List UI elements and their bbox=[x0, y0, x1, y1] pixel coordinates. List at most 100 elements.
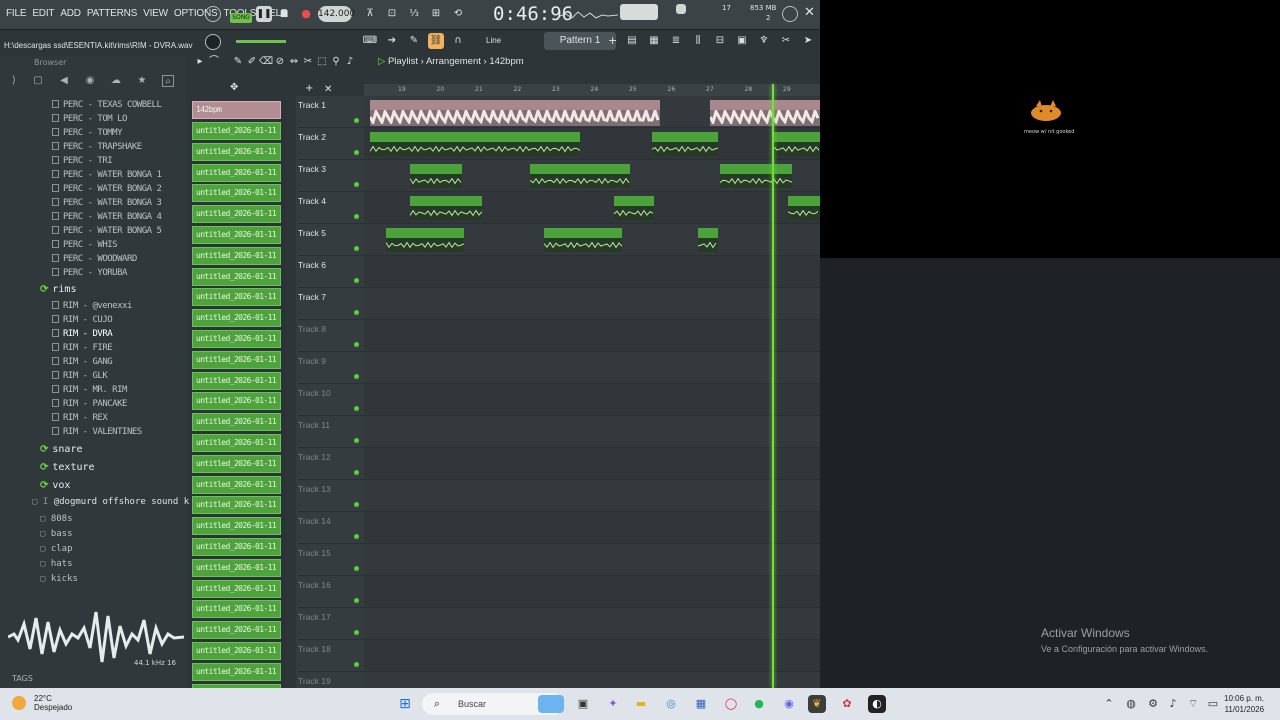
menu-patterns[interactable]: PATTERNS bbox=[87, 8, 137, 19]
track-mute-led[interactable] bbox=[354, 502, 359, 507]
picker-audio-clip[interactable]: untitled_2026-01-11 21-... bbox=[192, 434, 281, 452]
file-explorer-icon[interactable]: ▬ bbox=[632, 695, 650, 713]
task-view-icon[interactable]: ▣ bbox=[574, 695, 592, 713]
audio-clip[interactable]: untitl_1_2024 bbox=[652, 132, 718, 156]
track-mute-led[interactable] bbox=[354, 438, 359, 443]
loop-record-icon[interactable]: ⟲ bbox=[450, 6, 466, 22]
windows-start-icon[interactable]: ⊞ bbox=[396, 695, 414, 713]
app-icon[interactable]: ✿ bbox=[838, 695, 856, 713]
playlist-icon[interactable]: ▤ bbox=[624, 33, 640, 49]
collapse-icon[interactable]: ⟩ bbox=[8, 75, 20, 87]
folder-rims[interactable]: ⟳ rims bbox=[40, 282, 76, 298]
folder-item[interactable]: ⟳ texture bbox=[40, 460, 95, 476]
track-mute-led[interactable] bbox=[354, 406, 359, 411]
browser-file[interactable]: RIM - MR. RIM bbox=[52, 383, 127, 397]
track-header[interactable]: Track 1 bbox=[298, 96, 364, 128]
track-lane[interactable] bbox=[364, 544, 820, 576]
copilot-icon[interactable]: ✦ bbox=[604, 695, 622, 713]
spotify-icon[interactable]: ● bbox=[750, 695, 768, 713]
picker-audio-clip[interactable]: untitled_2026-01-11 21-... bbox=[192, 621, 281, 640]
track-lane[interactable] bbox=[364, 672, 820, 688]
audio-clip[interactable]: untitled_...-30_2024 bbox=[410, 196, 482, 220]
track-mute-led[interactable] bbox=[354, 214, 359, 219]
menu-add[interactable]: ADD bbox=[60, 8, 81, 19]
menu-file[interactable]: FILE bbox=[6, 8, 27, 19]
track-header[interactable]: Track 18 bbox=[298, 640, 364, 672]
audio-clip[interactable]: untitled_2_1-30_2024 bbox=[544, 228, 622, 252]
brush-icon[interactable]: ✎ bbox=[406, 33, 422, 49]
network-icon[interactable]: ⌔ bbox=[1184, 695, 1202, 713]
picker-audio-clip[interactable]: untitled_2026-01-11 21-... bbox=[192, 517, 281, 536]
opera-icon[interactable]: ◯ bbox=[722, 695, 740, 713]
track-header[interactable]: Track 10 bbox=[298, 384, 364, 416]
search-icon[interactable]: ⌕ bbox=[162, 75, 174, 87]
picker-audio-clip[interactable]: untitled_2026-01-11 21-... bbox=[192, 246, 281, 265]
track-mute-led[interactable] bbox=[354, 278, 359, 283]
song-mode-badge[interactable]: SONG bbox=[230, 13, 252, 23]
track-mute-led[interactable] bbox=[354, 630, 359, 635]
mixer-icon[interactable]: ⫼ bbox=[690, 33, 706, 49]
picker-audio-clip[interactable]: untitled_2026-01-11 21-... bbox=[192, 184, 281, 203]
track-header[interactable]: Track 19 bbox=[298, 672, 364, 688]
timeline-ruler[interactable]: 19 20 21 22 23 24 25 26 27 28 29 bbox=[364, 84, 820, 96]
track-header[interactable]: Track 4 bbox=[298, 192, 364, 224]
picker-audio-clip[interactable]: untitled_2026-01-11 21-... bbox=[192, 475, 281, 494]
track-lane[interactable] bbox=[364, 576, 820, 608]
picker-audio-clip[interactable]: untitled_2026-01-11 21-... bbox=[192, 288, 281, 307]
folder-item[interactable]: ⟳ vox bbox=[40, 478, 70, 494]
channel-rack-icon[interactable]: ≣ bbox=[668, 33, 684, 49]
browser-file[interactable]: RIM - @venexxi bbox=[52, 299, 132, 313]
obs-icon[interactable]: ◐ bbox=[868, 695, 886, 713]
audio-clip[interactable]: untitl..._2024 bbox=[410, 164, 462, 188]
subfolder-item[interactable]: ▢ clap bbox=[40, 542, 73, 556]
track-lane[interactable] bbox=[364, 480, 820, 512]
picker-audio-clip[interactable]: untitled_2026-01-11 21-... bbox=[192, 579, 281, 598]
pattern-selector[interactable]: Pattern 1 bbox=[544, 32, 616, 50]
plugin-icon[interactable]: ♆ bbox=[756, 33, 772, 49]
track-lane[interactable] bbox=[364, 320, 820, 352]
browser-file[interactable]: RIM - REX bbox=[52, 411, 108, 425]
browser-file[interactable]: PERC - WOODWARD bbox=[52, 252, 137, 266]
star-icon[interactable]: ★ bbox=[136, 75, 148, 87]
track-header[interactable]: Track 3 bbox=[298, 160, 364, 192]
browser-file[interactable]: RIM - FIRE bbox=[52, 341, 113, 355]
track-header[interactable]: Track 16 bbox=[298, 576, 364, 608]
track-mute-led[interactable] bbox=[354, 246, 359, 251]
master-volume-knob[interactable] bbox=[205, 34, 221, 50]
metronome-icon[interactable]: ⊼ bbox=[362, 6, 378, 22]
stop-icon[interactable]: ■ bbox=[278, 6, 290, 22]
playback-tool-icon[interactable]: ♪ bbox=[342, 54, 358, 70]
picker-audio-clip[interactable]: untitled_2026-01-11 21-... bbox=[192, 392, 281, 411]
track-header[interactable]: Track 9 bbox=[298, 352, 364, 384]
track-mute-led[interactable] bbox=[354, 182, 359, 187]
browser-file[interactable]: RIM - GLK bbox=[52, 369, 108, 383]
store-icon[interactable]: ▦ bbox=[692, 695, 710, 713]
track-lane[interactable] bbox=[364, 640, 820, 672]
picker-audio-clip[interactable]: untitled_2026-01-11 21-... bbox=[192, 267, 281, 286]
track-mute-led[interactable] bbox=[354, 118, 359, 123]
track-lane[interactable] bbox=[364, 288, 820, 320]
tray-app-icon[interactable]: ◍ bbox=[1122, 695, 1140, 713]
subfolder-item[interactable]: ▢ hats bbox=[40, 557, 73, 571]
browser-file[interactable]: PERC - WATER BONGA 4 bbox=[52, 210, 162, 224]
master-pitch-slider[interactable] bbox=[236, 40, 286, 43]
track-lane[interactable] bbox=[364, 512, 820, 544]
tools-icon[interactable]: ✂ bbox=[778, 33, 794, 49]
kit-folder[interactable]: ▢ I @dogmurd offshore sound kit bbox=[32, 497, 200, 507]
track-mute-led[interactable] bbox=[354, 534, 359, 539]
folder-icon[interactable]: ▢ bbox=[32, 75, 44, 87]
track-header[interactable]: Track 2 bbox=[298, 128, 364, 160]
picker-audio-clip[interactable]: untitled_2026-01-11 21-... bbox=[192, 309, 281, 328]
cloud-icon[interactable]: ☁ bbox=[110, 75, 122, 87]
browser-toggle-icon[interactable]: ⊟ bbox=[712, 33, 728, 49]
track-lane[interactable] bbox=[364, 352, 820, 384]
track-mute-led[interactable] bbox=[354, 598, 359, 603]
menu-edit[interactable]: EDIT bbox=[32, 8, 54, 19]
help-icon[interactable]: ➤ bbox=[800, 33, 816, 49]
delete-track-icon[interactable]: ✕ bbox=[324, 84, 332, 95]
track-header[interactable]: Track 8 bbox=[298, 320, 364, 352]
menu-view[interactable]: VIEW bbox=[143, 8, 168, 19]
browser-file[interactable]: PERC - TRI bbox=[52, 154, 113, 168]
picker-audio-clip[interactable]: untitled_2026-01-11 21-... bbox=[192, 413, 281, 432]
add-pattern-icon[interactable]: + bbox=[608, 34, 617, 47]
